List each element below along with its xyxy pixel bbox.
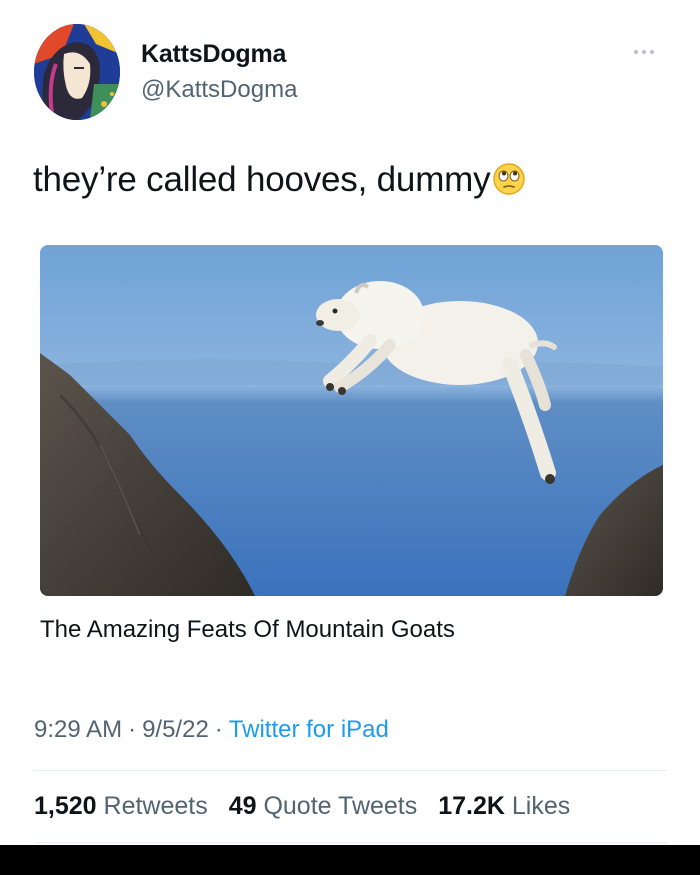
portrait-avatar-icon[interactable]: [34, 24, 120, 120]
mountain-goat-leaping-photo[interactable]: [40, 245, 663, 596]
author-name[interactable]: KattsDogma: [141, 40, 286, 69]
likes-label: Likes: [511, 792, 571, 820]
likes-count: 17.2K: [438, 792, 505, 820]
quote-tweets-count: 49: [228, 792, 257, 820]
more-options-icon[interactable]: [634, 44, 664, 60]
tweet-date[interactable]: 9/5/22: [142, 716, 209, 743]
retweets-count: 1,520: [34, 792, 97, 820]
tweet-text-container: they’re called hooves, dummy: [33, 160, 526, 200]
author-handle[interactable]: @KattsDogma: [141, 76, 297, 104]
tweet-text: they’re called hooves, dummy: [33, 160, 491, 199]
retweets-label: Retweets: [103, 792, 208, 820]
quote-tweets-label: Quote Tweets: [263, 792, 418, 820]
tweet-metadata: 9:29 AM · 9/5/22 · Twitter for iPad: [34, 716, 389, 744]
retweets-stat[interactable]: 1,520 Retweets: [34, 792, 208, 820]
meta-separator: ·: [214, 716, 223, 743]
link-card-title[interactable]: The Amazing Feats Of Mountain Goats: [40, 616, 455, 644]
quote-tweets-stat[interactable]: 49 Quote Tweets: [229, 792, 418, 820]
divider: [34, 842, 667, 843]
engagement-stats: 1,520 Retweets 49 Quote Tweets 17.2K Lik…: [34, 792, 584, 821]
face-with-rolling-eyes-icon: [492, 162, 526, 196]
tweet-time[interactable]: 9:29 AM: [34, 716, 122, 743]
tweet-source-link[interactable]: Twitter for iPad: [229, 716, 389, 743]
likes-stat[interactable]: 17.2K Likes: [438, 792, 570, 820]
meta-separator: ·: [128, 716, 137, 743]
divider: [34, 770, 667, 771]
bottom-bar: [0, 845, 700, 875]
tweet-card: KattsDogma @KattsDogma they’re called ho…: [0, 0, 700, 845]
